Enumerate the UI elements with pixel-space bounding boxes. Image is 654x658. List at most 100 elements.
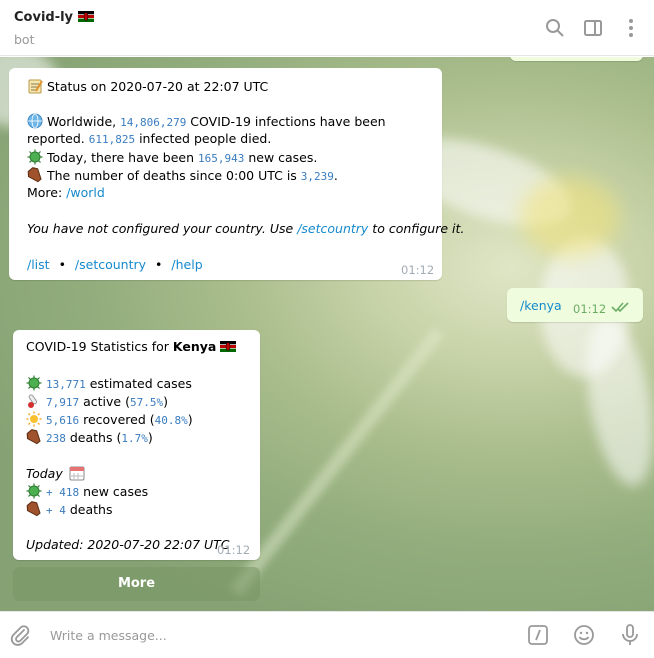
message-time: 01:12: [401, 263, 435, 277]
new-cases-value: + 418: [46, 486, 80, 499]
worldwide-line: Worldwide, 14,806,279 COVID-19 infection…: [27, 113, 386, 129]
status-date: Status on 2020-07-20 at 22:07 UTC: [47, 79, 269, 94]
bot-commands-icon[interactable]: [526, 623, 550, 647]
more-label: More:: [27, 185, 67, 200]
virus-icon: [27, 149, 43, 165]
chat-header: Covid-ly bot: [0, 0, 654, 56]
outgoing-message-partial: [510, 57, 643, 61]
today-label: Today: [26, 466, 63, 481]
read-checkmarks-icon: [611, 301, 631, 316]
more-menu-icon[interactable]: [619, 16, 643, 40]
chat-subtitle: bot: [14, 32, 35, 47]
new-deaths-line: + 4 deaths: [26, 501, 112, 517]
world-command-link[interactable]: /world: [66, 185, 105, 200]
recovered-percent: 40.8%: [154, 414, 188, 427]
updated-line: Updated: 2020-07-20 22:07 UTC: [26, 537, 230, 552]
separator: •: [155, 257, 163, 272]
chat-area[interactable]: Status on 2020-07-20 at 22:07 UTC Worldw…: [0, 57, 654, 611]
kenya-flag-icon: [220, 339, 237, 354]
coffin-icon: [26, 429, 42, 445]
calendar-icon: [69, 465, 85, 481]
more-line: More: /world: [27, 185, 105, 200]
search-icon[interactable]: [543, 16, 567, 40]
worldwide-post: COVID-19 infections have been: [186, 114, 386, 129]
today-line: Today, there have been 165,943 new cases…: [27, 149, 317, 165]
active-line: 7,917 active (57.5%): [26, 393, 168, 409]
virus-icon: [26, 483, 42, 499]
active-value: 7,917: [46, 396, 80, 409]
worldwide-pre: Worldwide,: [47, 114, 121, 129]
config-post: to configure it.: [368, 221, 465, 236]
active-percent: 57.5%: [129, 396, 164, 409]
kenya-title-pre: COVID-19 Statistics for: [26, 339, 173, 354]
deaths-close: ): [147, 430, 153, 445]
emoji-icon[interactable]: [572, 623, 596, 647]
more-button[interactable]: More: [13, 567, 260, 601]
virus-icon: [26, 375, 42, 391]
message-time: 01:12: [573, 302, 607, 316]
new-cases-label: new cases: [79, 484, 149, 499]
estimated-label: estimated cases: [85, 376, 192, 391]
status-message[interactable]: Status on 2020-07-20 at 22:07 UTC Worldw…: [9, 68, 464, 280]
deaths-since-value: 3,239: [300, 170, 334, 183]
outgoing-command[interactable]: /kenya: [520, 298, 562, 313]
kenya-title-line: COVID-19 Statistics for Kenya: [26, 339, 237, 354]
setcountry-command-link-2[interactable]: /setcountry: [75, 257, 146, 272]
sun-icon: [26, 411, 42, 427]
list-command-link[interactable]: /list: [27, 257, 50, 272]
microphone-icon[interactable]: [618, 623, 642, 647]
background-flower-center: [520, 177, 620, 257]
active-close: ): [163, 394, 168, 409]
coffin-icon: [26, 501, 42, 517]
today-pre: Today, there have been: [47, 150, 198, 165]
estimated-value: 13,771: [46, 378, 86, 391]
config-pre: You have not configured your country. Us…: [27, 221, 298, 236]
new-cases-line: + 418 new cases: [26, 483, 148, 499]
active-label: active (: [79, 394, 130, 409]
new-deaths-value: + 4: [46, 504, 66, 517]
commands-line: /list • /setcountry • /help: [27, 257, 203, 272]
globe-icon: [27, 113, 43, 129]
today-heading: Today: [26, 465, 89, 481]
sidebar-toggle-icon[interactable]: [581, 16, 605, 40]
deaths-value: 238: [46, 432, 66, 445]
config-line: You have not configured your country. Us…: [27, 221, 464, 236]
memo-icon: [27, 78, 43, 94]
recovered-label: recovered (: [79, 412, 155, 427]
today-post: new cases.: [244, 150, 318, 165]
worldwide-deaths: 611,825: [88, 133, 136, 146]
message-composer: Write a message...: [0, 611, 654, 658]
attach-icon[interactable]: [8, 623, 32, 647]
recovered-line: 5,616 recovered (40.8%): [26, 411, 193, 427]
reported-post: infected people died.: [135, 131, 272, 146]
thermometer-icon: [26, 393, 42, 409]
separator: •: [58, 257, 66, 272]
help-command-link[interactable]: /help: [171, 257, 202, 272]
reported-pre: reported.: [27, 131, 89, 146]
outgoing-message[interactable]: /kenya 01:12: [507, 288, 643, 322]
message-time: 01:12: [217, 543, 251, 557]
reported-line: reported. 611,825 infected people died.: [27, 131, 271, 146]
recovered-value: 5,616: [46, 414, 80, 427]
status-line: Status on 2020-07-20 at 22:07 UTC: [27, 78, 268, 94]
deaths-label: deaths (: [65, 430, 122, 445]
kenya-flag-icon: [77, 10, 94, 25]
deaths-since-pre: The number of deaths since 0:00 UTC is: [47, 168, 301, 183]
deaths-line: 238 deaths (1.7%): [26, 429, 153, 445]
estimated-line: 13,771 estimated cases: [26, 375, 192, 391]
recovered-close: ): [187, 412, 193, 427]
new-deaths-label: deaths: [65, 502, 113, 517]
setcountry-command-link[interactable]: /setcountry: [297, 221, 368, 236]
chat-title-text: Covid-ly: [14, 10, 74, 25]
chat-title[interactable]: Covid-ly: [14, 10, 94, 25]
deaths-since-line: The number of deaths since 0:00 UTC is 3…: [27, 167, 338, 183]
message-input[interactable]: Write a message...: [50, 628, 167, 643]
kenya-stats-message[interactable]: COVID-19 Statistics for Kenya 13,771 est…: [13, 330, 260, 560]
deaths-since-post: .: [333, 168, 338, 183]
today-new-cases: 165,943: [198, 152, 245, 165]
background-stem: [229, 327, 445, 597]
kenya-country-name: Kenya: [172, 339, 217, 354]
coffin-icon: [27, 167, 43, 183]
worldwide-infections: 14,806,279: [120, 116, 187, 129]
deaths-percent: 1.7%: [121, 432, 148, 445]
